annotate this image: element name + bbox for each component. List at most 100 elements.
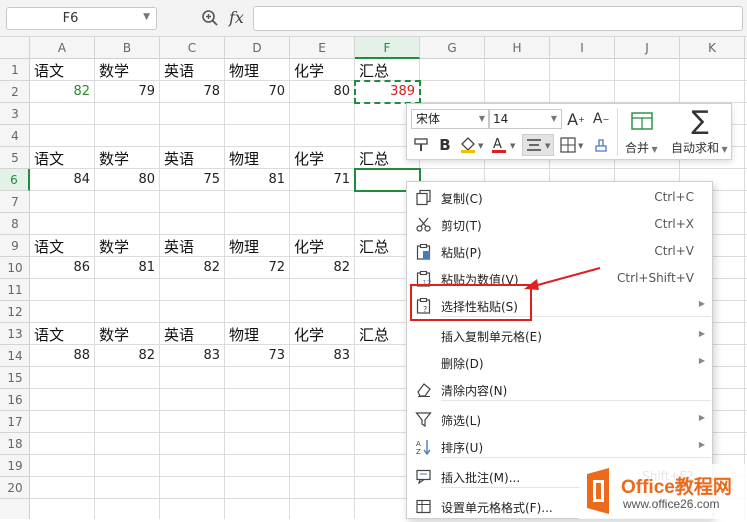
value-cell[interactable]: 70	[225, 81, 290, 103]
column-header-E[interactable]: E	[290, 37, 355, 59]
value-cell[interactable]: 80	[290, 81, 355, 103]
header-cell[interactable]: 语文	[30, 235, 95, 257]
column-header-G[interactable]: G	[420, 37, 485, 59]
value-cell[interactable]: 82	[95, 345, 160, 367]
column-header-F[interactable]: F	[355, 37, 420, 59]
font-size-select[interactable]: 14 ▼	[488, 109, 562, 129]
menu-item-sort[interactable]: A Z 排序(U) ▶	[407, 433, 712, 460]
format-painter-icon[interactable]	[411, 135, 431, 155]
column-header-I[interactable]: I	[550, 37, 615, 59]
column-header-A[interactable]: A	[30, 37, 95, 59]
borders-icon[interactable]: ▼	[558, 135, 586, 155]
header-cell[interactable]: 英语	[160, 147, 225, 169]
chevron-down-icon[interactable]: ▼	[143, 12, 150, 22]
row-header-2[interactable]: 2	[0, 81, 30, 103]
value-cell[interactable]: 83	[290, 345, 355, 367]
row-header-9[interactable]: 9	[0, 235, 30, 257]
row-header-13[interactable]: 13	[0, 323, 30, 345]
header-cell[interactable]: 语文	[30, 147, 95, 169]
bold-icon[interactable]: B	[435, 135, 455, 155]
header-cell[interactable]: 数学	[95, 147, 160, 169]
value-cell[interactable]: 79	[95, 81, 160, 103]
row-header-3[interactable]: 3	[0, 103, 30, 125]
column-header-B[interactable]: B	[95, 37, 160, 59]
row-header-10[interactable]: 10	[0, 257, 30, 279]
value-cell[interactable]: 75	[160, 169, 225, 191]
menu-item-paste[interactable]: 粘贴(P) Ctrl+V	[407, 238, 712, 265]
column-header-D[interactable]: D	[225, 37, 290, 59]
column-header-K[interactable]: K	[680, 37, 745, 59]
value-cell[interactable]: 78	[160, 81, 225, 103]
value-cell[interactable]: 82	[160, 257, 225, 279]
header-cell[interactable]: 英语	[160, 59, 225, 81]
header-cell[interactable]: 语文	[30, 323, 95, 345]
row-header-20[interactable]: 20	[0, 477, 30, 499]
header-cell[interactable]: 物理	[225, 147, 290, 169]
header-cell[interactable]: 化学	[290, 59, 355, 81]
value-cell[interactable]: 83	[160, 345, 225, 367]
row-header-15[interactable]: 15	[0, 367, 30, 389]
row-header-1[interactable]: 1	[0, 59, 30, 81]
row-header-16[interactable]: 16	[0, 389, 30, 411]
menu-item-filter[interactable]: 筛选(L) ▶	[407, 406, 712, 433]
formula-input[interactable]	[253, 6, 743, 31]
header-cell[interactable]: 英语	[160, 323, 225, 345]
header-cell[interactable]: 数学	[95, 323, 160, 345]
value-cell[interactable]: 80	[95, 169, 160, 191]
row-header-5[interactable]: 5	[0, 147, 30, 169]
menu-item-insert-copied-cells[interactable]: 插入复制单元格(E) ▶	[407, 322, 712, 349]
value-cell[interactable]: 73	[225, 345, 290, 367]
header-cell[interactable]: 物理	[225, 235, 290, 257]
column-header-C[interactable]: C	[160, 37, 225, 59]
value-cell[interactable]: 82	[30, 81, 95, 103]
header-cell[interactable]: 化学	[290, 235, 355, 257]
autosum-button[interactable]: 自动求和 ▼	[671, 139, 728, 156]
header-cell[interactable]: 汇总	[355, 59, 420, 81]
align-center-icon[interactable]: ▼	[522, 134, 554, 156]
row-header-4[interactable]: 4	[0, 125, 30, 147]
header-cell[interactable]: 数学	[95, 59, 160, 81]
fx-icon[interactable]: fx	[229, 8, 244, 27]
menu-item-copy[interactable]: 复制(C) Ctrl+C	[407, 184, 712, 211]
row-header-7[interactable]: 7	[0, 191, 30, 213]
decrease-font-icon[interactable]: A −	[590, 108, 612, 130]
fill-color-icon[interactable]: ▼	[458, 135, 486, 155]
row-header-8[interactable]: 8	[0, 213, 30, 235]
row-header-6[interactable]: 6	[0, 169, 30, 191]
header-cell[interactable]: 化学	[290, 147, 355, 169]
menu-item-cut[interactable]: 剪切(T) Ctrl+X	[407, 211, 712, 238]
row-header-12[interactable]: 12	[0, 301, 30, 323]
value-cell[interactable]: 81	[95, 257, 160, 279]
row-header-17[interactable]: 17	[0, 411, 30, 433]
row-header-14[interactable]: 14	[0, 345, 30, 367]
increase-font-icon[interactable]: A +	[565, 108, 587, 130]
menu-item-delete[interactable]: 删除(D) ▶	[407, 349, 712, 376]
name-box[interactable]: F6 ▼	[6, 7, 157, 30]
clear-format-icon[interactable]	[590, 135, 612, 155]
column-header-J[interactable]: J	[615, 37, 680, 59]
value-cell[interactable]: 82	[290, 257, 355, 279]
merge-button[interactable]: 合并 ▼	[625, 139, 658, 156]
row-header-19[interactable]: 19	[0, 455, 30, 477]
header-cell[interactable]: 物理	[225, 323, 290, 345]
menu-item-clear-contents[interactable]: 清除内容(N)	[407, 376, 712, 403]
merge-icon[interactable]	[627, 107, 657, 135]
value-cell[interactable]: 72	[225, 257, 290, 279]
column-header-H[interactable]: H	[485, 37, 550, 59]
value-cell[interactable]: 81	[225, 169, 290, 191]
value-cell[interactable]: 84	[30, 169, 95, 191]
header-cell[interactable]: 物理	[225, 59, 290, 81]
header-cell[interactable]: 英语	[160, 235, 225, 257]
row-header-18[interactable]: 18	[0, 433, 30, 455]
select-all-corner[interactable]	[0, 37, 30, 59]
row-header-11[interactable]: 11	[0, 279, 30, 301]
header-cell[interactable]: 化学	[290, 323, 355, 345]
value-cell[interactable]: 86	[30, 257, 95, 279]
font-name-select[interactable]: 宋体 ▼	[411, 109, 490, 129]
header-cell[interactable]: 语文	[30, 59, 95, 81]
font-color-icon[interactable]: A ▼	[490, 135, 518, 155]
value-cell[interactable]: 88	[30, 345, 95, 367]
header-cell[interactable]: 数学	[95, 235, 160, 257]
zoom-icon[interactable]	[201, 9, 219, 27]
sigma-icon[interactable]: ∑	[687, 106, 713, 136]
